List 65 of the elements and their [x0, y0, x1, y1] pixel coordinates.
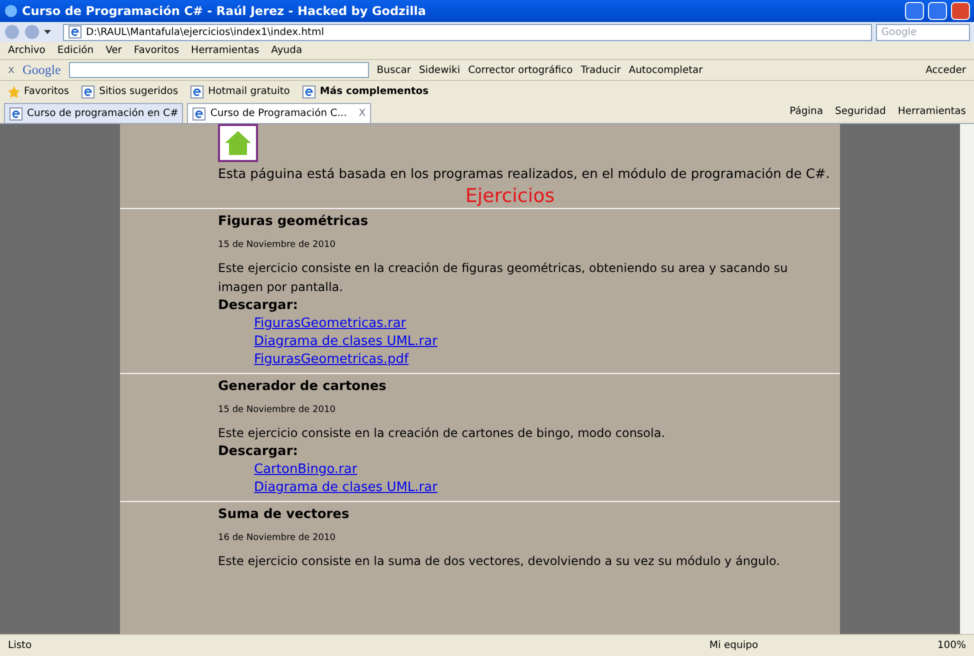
- forward-icon: [24, 24, 40, 40]
- download-link[interactable]: Diagrama de clases UML.rar: [254, 480, 438, 495]
- url-text: D:\RAUL\Mantafula\ejercicios\index1\index.html: [86, 26, 324, 40]
- menu-item[interactable]: Herramientas: [191, 43, 260, 58]
- toolbar-button[interactable]: Autocompletar: [628, 62, 703, 78]
- browser-page-icon: [68, 25, 82, 39]
- exercise-description: Este ejercicio consiste en la suma de dos vectores, devolviendo a su vez su módulo y ángulo.: [218, 553, 781, 570]
- command-button[interactable]: Herramientas: [898, 104, 966, 119]
- browser-tab[interactable]: Curso de programación en C#: [4, 103, 184, 123]
- minimize-icon[interactable]: [905, 2, 924, 20]
- browser-page-icon: [9, 106, 23, 120]
- exercise-title: Generador de cartones: [218, 378, 388, 396]
- star-icon: [8, 86, 20, 98]
- browser-page-icon: [81, 84, 96, 98]
- intro-text: Esta páguina está basada en los programas realizados, en el módulo de programación de C#.: [218, 166, 831, 184]
- security-zone: Mi equipo: [709, 639, 760, 653]
- command-button[interactable]: Página: [790, 104, 823, 119]
- browser-page-icon: [302, 84, 316, 98]
- menu-item[interactable]: Edición: [57, 43, 94, 58]
- caret-icon: [44, 30, 51, 34]
- download-label: Descargar:: [218, 297, 299, 315]
- window-title: Curso de Programación C# - Raúl Jerez - Hacked by Godzilla: [22, 3, 427, 20]
- browser-icon: [4, 4, 18, 18]
- back-icon: [4, 24, 20, 40]
- command-button[interactable]: Seguridad: [834, 104, 886, 119]
- download-link[interactable]: FigurasGeometricas.pdf: [254, 352, 409, 367]
- download-link[interactable]: Diagrama de clases UML.rar: [254, 334, 438, 349]
- close-icon[interactable]: [951, 2, 970, 20]
- favorites-link[interactable]: Sitios sugeridos: [81, 84, 178, 99]
- browser-tab[interactable]: Curso de Programación C... X: [187, 103, 371, 123]
- toolbar-button[interactable]: Buscar: [376, 62, 411, 78]
- close-tab-button[interactable]: X: [358, 106, 366, 121]
- exercise-date: 15 de Noviembre de 2010: [218, 239, 336, 252]
- exercise-title: Figuras geométricas: [218, 213, 370, 231]
- sign-in-button[interactable]: Acceder: [926, 62, 966, 78]
- download-link[interactable]: CartonBingo.rar: [254, 462, 358, 477]
- home-icon[interactable]: [218, 124, 258, 162]
- status-text: Listo: [8, 639, 33, 653]
- browser-page-icon: [190, 84, 204, 98]
- exercise-date: 15 de Noviembre de 2010: [218, 404, 336, 417]
- menu-item[interactable]: Ver: [106, 43, 122, 58]
- favorites-link[interactable]: Hotmail gratuito: [190, 84, 290, 99]
- address-field[interactable]: D:\RAUL\Mantafula\ejercicios\index1\index.html: [63, 24, 872, 40]
- toolbar-button[interactable]: Sidewiki: [418, 62, 460, 78]
- page-heading: Ejercicios: [464, 184, 556, 208]
- download-link[interactable]: FigurasGeometricas.rar: [254, 316, 406, 331]
- menu-item[interactable]: Ayuda: [271, 43, 302, 58]
- exercise-description: Este ejercicio consiste en la creación de figuras geométricas, obteniendo su area y sacando su imagen por pantalla.: [218, 260, 789, 296]
- scrollbar[interactable]: [960, 124, 974, 634]
- menu-item[interactable]: Favoritos: [134, 43, 180, 58]
- exercise-description: Este ejercicio consiste en la creación de cartones de bingo, modo consola.: [218, 425, 666, 442]
- toolbar-search-field[interactable]: [68, 62, 369, 78]
- favorites-link[interactable]: Más complementos: [302, 84, 429, 99]
- toolbar-button[interactable]: Traducir: [580, 62, 621, 78]
- download-label: Descargar:: [218, 443, 299, 461]
- close-toolbar-button[interactable]: x: [8, 62, 15, 78]
- exercise-title: Suma de vectores: [218, 506, 350, 524]
- favorites-button[interactable]: Favoritos: [8, 84, 70, 99]
- google-logo: Google: [22, 61, 61, 80]
- browser-page-icon: [192, 106, 206, 120]
- toolbar-button[interactable]: Corrector ortográfico: [468, 62, 573, 78]
- maximize-icon[interactable]: [928, 2, 947, 20]
- exercise-date: 16 de Noviembre de 2010: [218, 532, 336, 545]
- menu-item[interactable]: Archivo: [8, 43, 46, 58]
- zoom-button[interactable]: 100%: [937, 638, 966, 653]
